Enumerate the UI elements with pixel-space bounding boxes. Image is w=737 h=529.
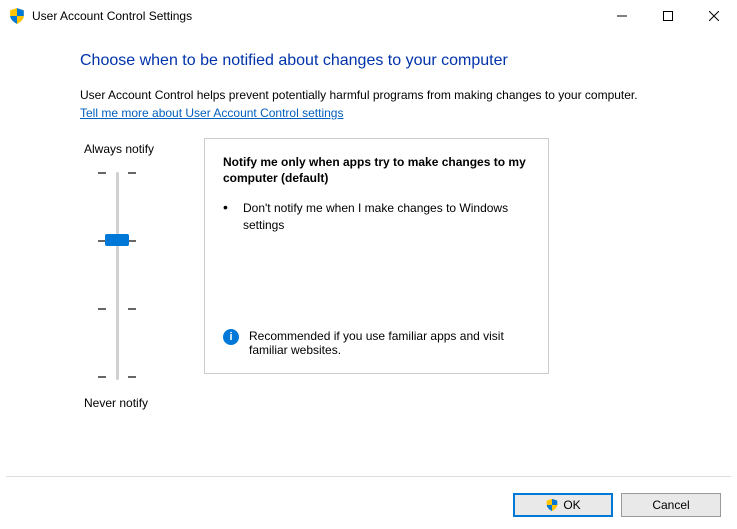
footer-buttons: OK Cancel (513, 493, 721, 517)
cancel-button[interactable]: Cancel (621, 493, 721, 517)
recommendation-row: i Recommended if you use familiar apps a… (223, 329, 530, 357)
uac-slider[interactable] (108, 168, 200, 384)
footer-separator (6, 476, 731, 477)
minimize-button[interactable] (599, 0, 645, 32)
bullet-icon: • (223, 200, 243, 234)
page-headline: Choose when to be notified about changes… (80, 52, 697, 70)
slider-track-line (116, 172, 119, 380)
cancel-label: Cancel (652, 498, 689, 512)
maximize-button[interactable] (645, 0, 691, 32)
window-title: User Account Control Settings (32, 9, 599, 23)
ok-label: OK (563, 498, 580, 512)
content-area: Choose when to be notified about changes… (0, 32, 737, 410)
help-text: User Account Control helps prevent poten… (80, 88, 697, 102)
slider-label-top: Always notify (80, 142, 200, 156)
slider-tick (98, 172, 136, 173)
shield-icon (8, 7, 26, 25)
info-icon: i (223, 329, 239, 345)
close-button[interactable] (691, 0, 737, 32)
slider-thumb[interactable] (105, 234, 129, 246)
panel-title: Notify me only when apps try to make cha… (223, 155, 530, 186)
slider-tick (98, 308, 136, 309)
slider-label-bottom: Never notify (80, 396, 200, 410)
slider-tick (98, 376, 136, 377)
slider-column: Always notify Never notify (80, 142, 200, 410)
bullet-text: Don't notify me when I make changes to W… (243, 200, 530, 234)
panel-bullet: • Don't notify me when I make changes to… (223, 200, 530, 234)
recommendation-text: Recommended if you use familiar apps and… (249, 329, 530, 357)
learn-more-link[interactable]: Tell me more about User Account Control … (80, 106, 343, 120)
shield-icon (545, 498, 559, 512)
ok-button[interactable]: OK (513, 493, 613, 517)
description-panel: Notify me only when apps try to make cha… (204, 138, 549, 374)
window-controls (599, 0, 737, 32)
titlebar: User Account Control Settings (0, 0, 737, 32)
